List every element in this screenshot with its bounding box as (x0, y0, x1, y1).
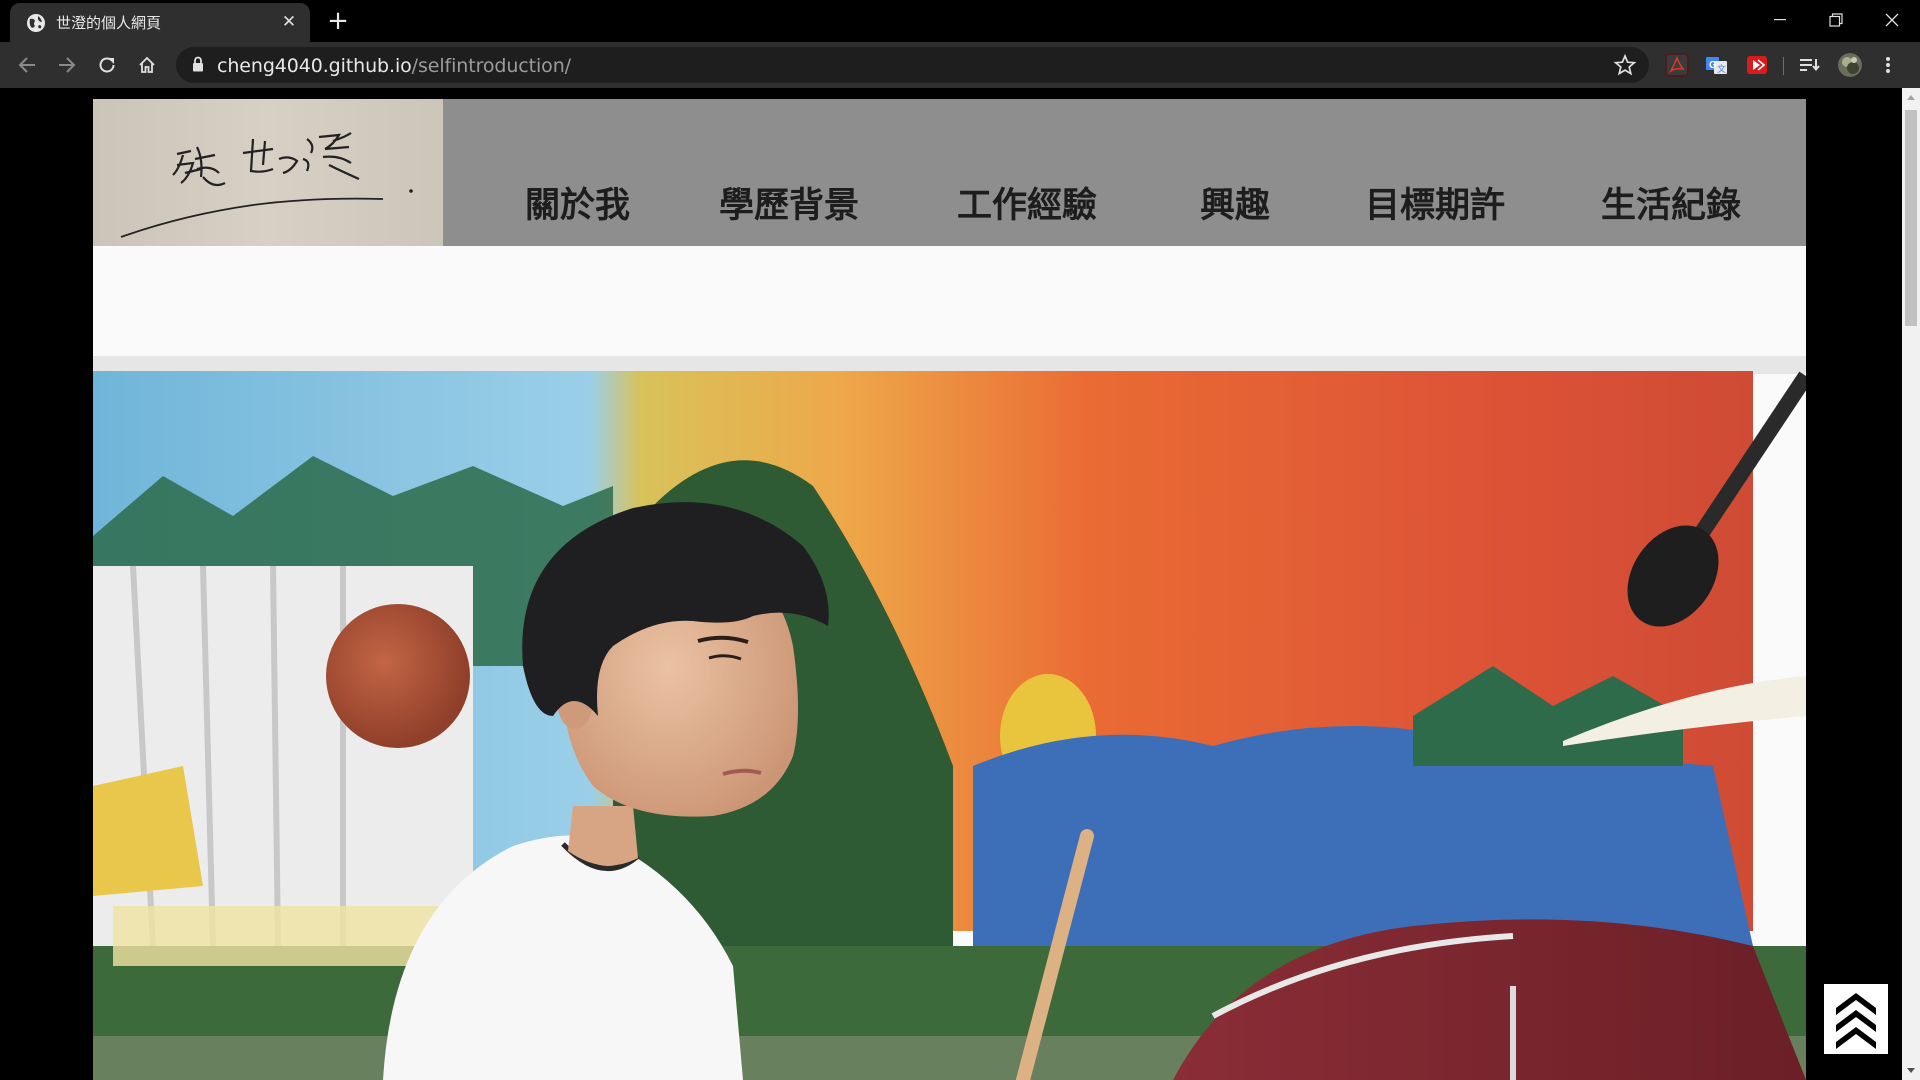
reload-icon[interactable] (91, 49, 123, 81)
main-nav: 關於我 學歷背景 工作經驗 興趣 目標期許 生活紀錄 (443, 99, 1806, 246)
nav-education[interactable]: 學歷背景 (719, 177, 859, 228)
scroll-down-icon[interactable] (1907, 1068, 1915, 1073)
svg-text:文: 文 (1717, 63, 1726, 75)
drummer-photo (93, 246, 1806, 1080)
svg-text:G: G (1709, 60, 1717, 71)
url-text[interactable]: cheng4040.github.io/selfintroduction/ (217, 55, 571, 77)
back-to-top-button[interactable] (1824, 984, 1888, 1054)
nav-work[interactable]: 工作經驗 (957, 177, 1097, 228)
hero-photo (93, 246, 1806, 1080)
nav-goals[interactable]: 目標期許 (1365, 177, 1505, 228)
scroll-thumb[interactable] (1905, 110, 1917, 326)
url-host: cheng4040.github.io (217, 55, 412, 77)
minimize-icon[interactable] (1752, 0, 1808, 40)
page-viewport: 關於我 學歷背景 工作經驗 興趣 目標期許 生活紀錄 (0, 88, 1902, 1080)
reading-list-icon[interactable] (1797, 53, 1821, 77)
video-extension-icon[interactable] (1745, 53, 1769, 77)
restore-icon[interactable] (1808, 0, 1864, 40)
lock-icon[interactable] (192, 56, 204, 72)
browser-tab[interactable]: 世澄的個人網頁 ✕ (10, 3, 310, 42)
bookmark-star-icon[interactable] (1613, 53, 1637, 77)
globe-icon (27, 13, 45, 32)
browser-titlebar: 世澄的個人網頁 ✕ + (0, 0, 1920, 42)
chevron-up-triple-icon (1836, 993, 1876, 1049)
profile-avatar[interactable] (1838, 53, 1862, 77)
scroll-up-icon[interactable] (1907, 95, 1915, 100)
site-container: 關於我 學歷背景 工作經驗 興趣 目標期許 生活紀錄 (93, 99, 1806, 1080)
close-window-icon[interactable] (1864, 0, 1920, 40)
back-arrow-icon[interactable] (11, 49, 43, 81)
page-scrollbar[interactable] (1902, 88, 1920, 1080)
url-path: /selfintroduction/ (411, 55, 571, 77)
toolbar-separator (1783, 57, 1784, 75)
nav-interests[interactable]: 興趣 (1200, 177, 1270, 228)
tab-title: 世澄的個人網頁 (56, 14, 162, 32)
nav-life-log[interactable]: 生活紀錄 (1601, 177, 1741, 228)
site-header: 關於我 學歷背景 工作經驗 興趣 目標期許 生活紀錄 (93, 99, 1806, 246)
pdf-extension-icon[interactable] (1665, 53, 1689, 77)
new-tab-icon[interactable]: + (325, 8, 351, 34)
signature-image (120, 132, 413, 238)
nav-about[interactable]: 關於我 (525, 177, 630, 228)
more-menu-icon[interactable] (1882, 53, 1894, 77)
home-icon[interactable] (131, 49, 163, 81)
signature-logo[interactable] (93, 99, 443, 246)
forward-arrow-icon[interactable] (51, 49, 83, 81)
browser-toolbar: cheng4040.github.io/selfintroduction/ G文 (0, 42, 1920, 88)
address-bar[interactable]: cheng4040.github.io/selfintroduction/ (176, 47, 1649, 83)
translate-extension-icon[interactable]: G文 (1705, 53, 1729, 77)
tab-close-icon[interactable]: ✕ (280, 13, 298, 31)
